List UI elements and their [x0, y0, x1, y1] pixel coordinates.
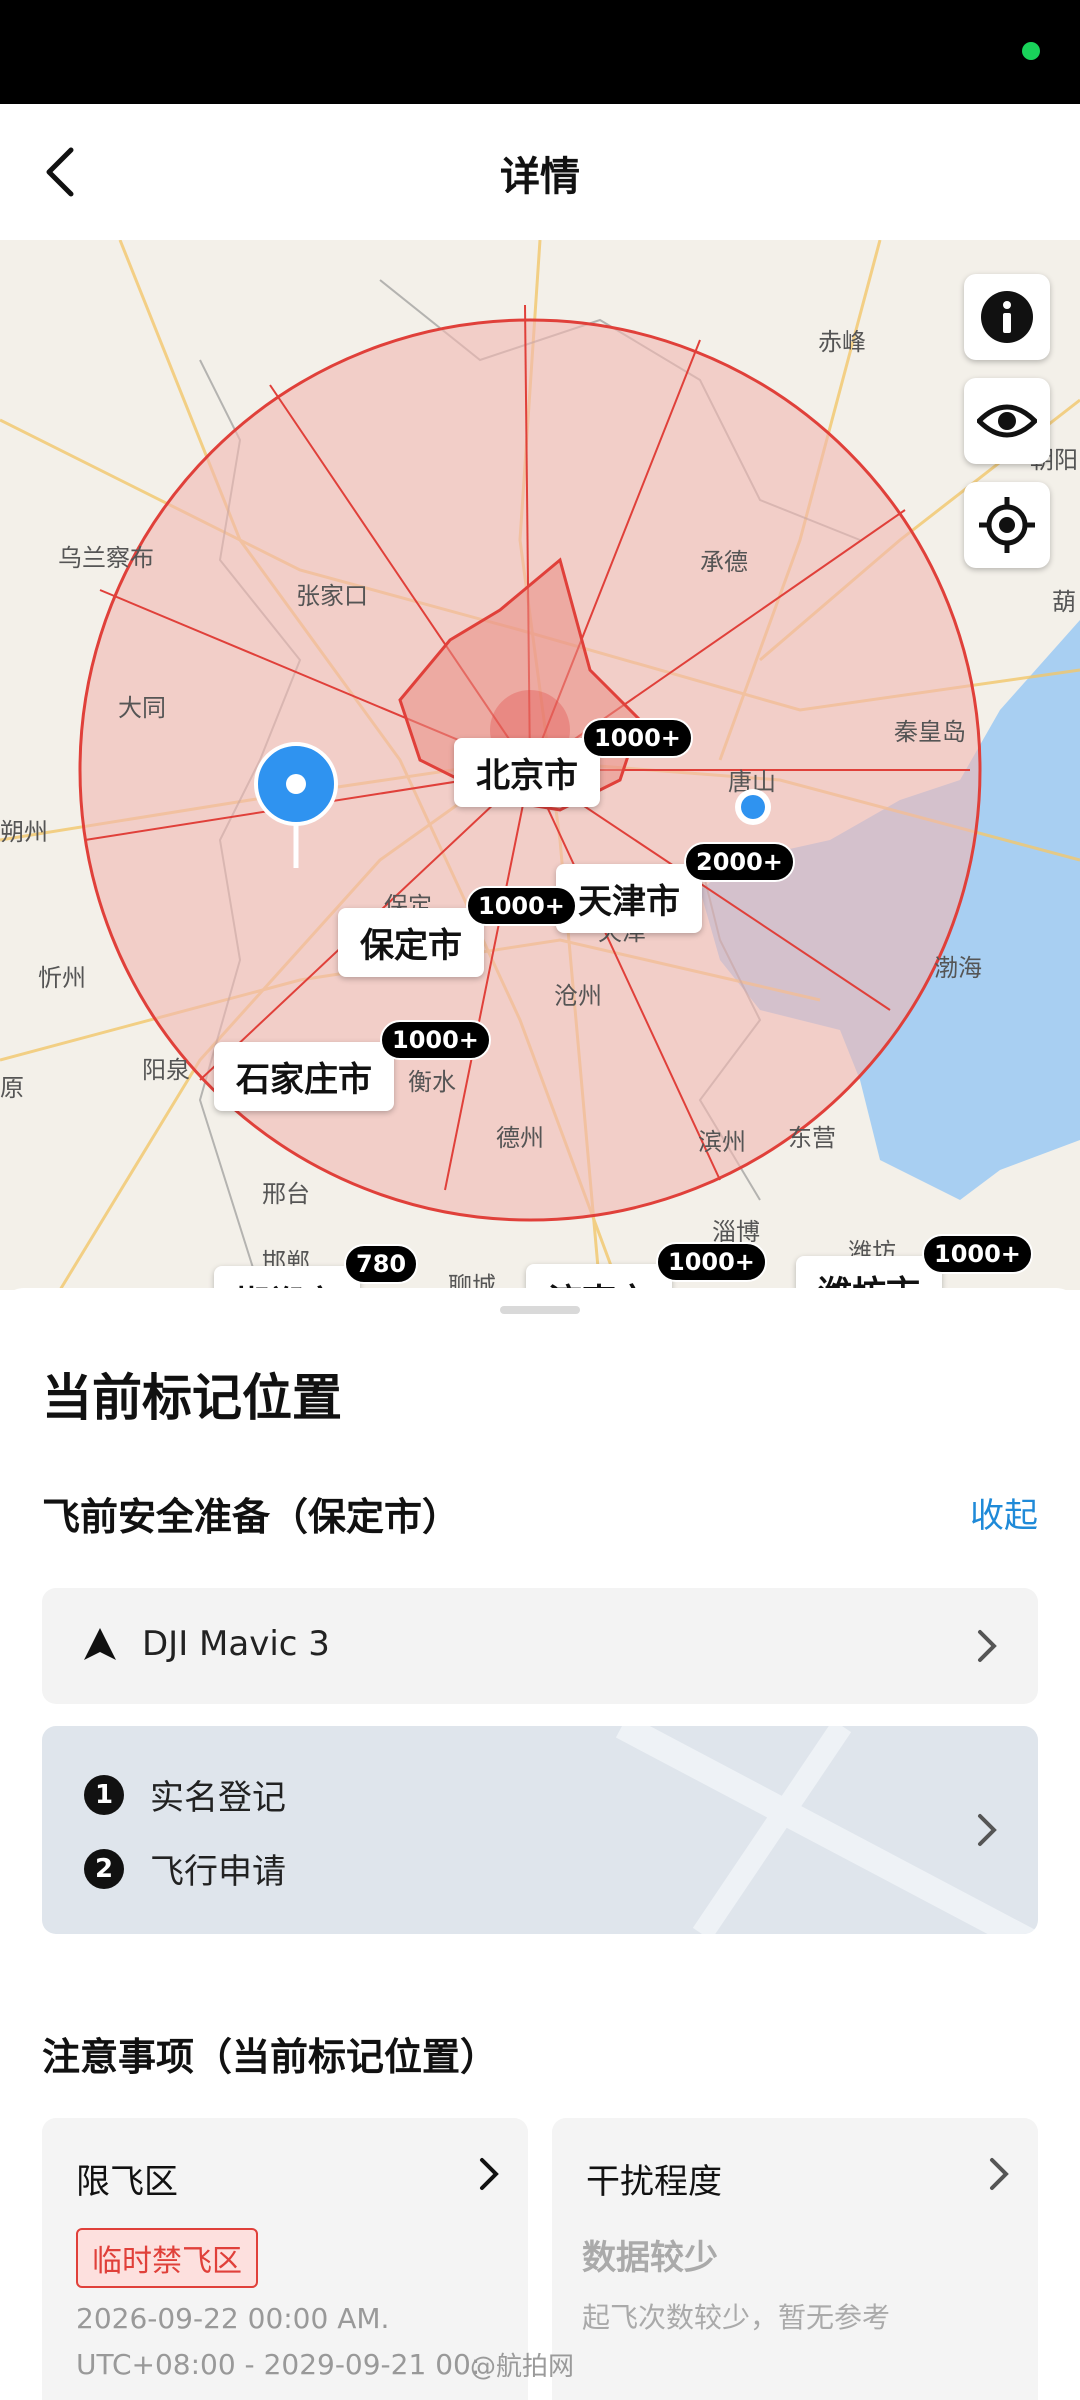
step-item: 2 飞行申请	[84, 1844, 286, 1893]
interference-card[interactable]: 干扰程度 数据较少 起飞次数较少，暂无参考	[552, 2118, 1038, 2400]
count-badge: 1000+	[656, 1242, 767, 1282]
city-label-jinan[interactable]: 济南市	[526, 1264, 672, 1290]
step-label: 实名登记	[150, 1778, 286, 1818]
restricted-time-range: 2026-09-22 00:00 AM. UTC+08:00 - 2029-09…	[76, 2296, 480, 2388]
status-bar	[0, 0, 1080, 104]
info-button[interactable]	[964, 274, 1050, 360]
drone-selector[interactable]: DJI Mavic 3	[42, 1588, 1038, 1704]
prep-section-title: 飞前安全准备（保定市）	[42, 1495, 461, 1539]
place-label: 承德	[700, 548, 748, 576]
sheet-title: 当前标记位置	[42, 1369, 342, 1427]
visibility-button[interactable]	[964, 378, 1050, 464]
place-label: 忻州	[38, 964, 86, 992]
page-title: 详情	[500, 154, 580, 200]
step-number: 1	[84, 1774, 124, 1815]
prep-steps-card[interactable]: 1 实名登记 2 飞行申请	[42, 1726, 1038, 1934]
collapse-button[interactable]: 收起	[970, 1488, 1038, 1537]
place-label: 滨州	[698, 1128, 746, 1156]
city-label-beijing[interactable]: 北京市	[454, 738, 600, 807]
privacy-indicator-dot	[1022, 42, 1040, 60]
restricted-zone-card[interactable]: 限飞区 临时禁飞区 2026-09-22 00:00 AM. UTC+08:00…	[42, 2118, 528, 2400]
card-decoration	[615, 1726, 1038, 1934]
eye-icon	[977, 404, 1037, 438]
city-label-tianjin[interactable]: 天津市	[556, 864, 702, 933]
count-badge: 1000+	[582, 718, 693, 758]
restricted-zone-title: 限飞区	[76, 2162, 178, 2202]
place-label: 衡水	[408, 1068, 456, 1096]
place-label: 聊城	[448, 1272, 496, 1290]
locate-icon	[979, 497, 1035, 553]
place-label: 渤海	[934, 954, 982, 982]
step-label: 飞行申请	[150, 1852, 286, 1892]
place-label: 乌兰察布	[58, 544, 154, 572]
place-label: 张家口	[296, 582, 368, 610]
place-label: 沧州	[554, 982, 602, 1010]
drag-handle[interactable]	[500, 1306, 580, 1314]
place-label: 秦皇岛	[894, 718, 966, 746]
city-label-baoding[interactable]: 保定市	[338, 908, 484, 977]
watermark: @航拍网	[470, 2352, 575, 2382]
step-item: 1 实名登记	[84, 1770, 286, 1819]
place-label: 葫	[1052, 588, 1076, 616]
place-label: 朔州	[0, 818, 48, 846]
interference-title: 干扰程度	[586, 2162, 722, 2202]
chevron-right-icon	[990, 2158, 1009, 2190]
current-location-dot	[735, 789, 771, 825]
city-label-handan[interactable]: 邯郸市	[214, 1266, 360, 1290]
count-badge: 780	[344, 1244, 419, 1284]
map-view[interactable]: 赤峰 朝阳 葫 乌兰察布 张家口 承德 大同 秦皇岛 唐山 朔州 忻州 沧州 渤…	[0, 240, 1080, 1290]
header: 详情	[0, 104, 1080, 240]
interference-level: 数据较少	[582, 2238, 718, 2278]
navigation-arrow-icon	[84, 1628, 116, 1660]
time-line: 2026-09-22 00:00 AM.	[76, 2302, 390, 2335]
place-label: 德州	[496, 1124, 544, 1152]
place-label: 赤峰	[818, 328, 866, 356]
interference-description: 起飞次数较少，暂无参考	[582, 2301, 891, 2334]
city-label-shijiazhuang[interactable]: 石家庄市	[214, 1042, 394, 1111]
info-icon	[981, 291, 1033, 343]
drone-name: DJI Mavic 3	[142, 1624, 330, 1664]
place-label: 原	[0, 1074, 24, 1102]
city-label-weifang[interactable]: 潍坊市	[796, 1256, 942, 1290]
notice-section-title: 注意事项（当前标记位置）	[42, 2035, 499, 2079]
chevron-right-icon	[480, 2158, 499, 2190]
chevron-right-icon	[978, 1630, 997, 1662]
count-badge: 1000+	[380, 1020, 491, 1060]
count-badge: 1000+	[466, 886, 577, 926]
count-badge: 2000+	[684, 842, 795, 882]
locate-button[interactable]	[964, 482, 1050, 568]
place-label: 邢台	[262, 1180, 310, 1208]
map-pin-icon[interactable]	[254, 742, 338, 872]
temporary-no-fly-tag: 临时禁飞区	[76, 2228, 258, 2288]
bottom-sheet: 当前标记位置 飞前安全准备（保定市） 收起 DJI Mavic 3 1 实名登记…	[0, 1288, 1080, 2400]
place-label: 东营	[788, 1124, 836, 1152]
place-label: 大同	[118, 694, 166, 722]
time-line: UTC+08:00 - 2029-09-21 00:	[76, 2348, 481, 2381]
chevron-right-icon	[978, 1814, 997, 1846]
step-number: 2	[84, 1848, 124, 1889]
place-label: 阳泉	[142, 1056, 190, 1084]
count-badge: 1000+	[922, 1234, 1033, 1274]
